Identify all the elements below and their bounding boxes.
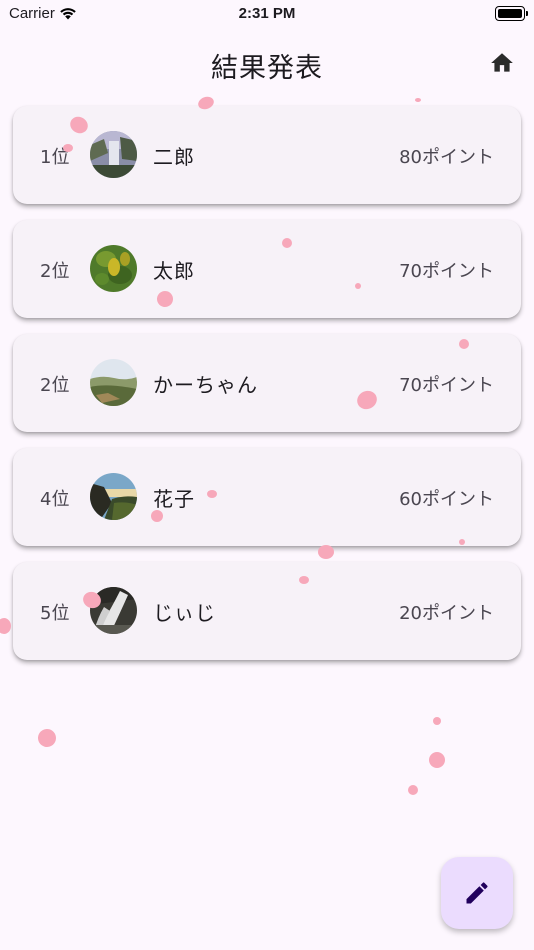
player-name: じぃじ (153, 601, 216, 625)
points-label: 20ポイント (399, 603, 494, 624)
ranking-card[interactable]: 2位 かーちゃん 70ポイント (13, 334, 521, 432)
edit-button[interactable] (441, 857, 513, 929)
ranking-card[interactable]: 4位 花子 60ポイント (13, 448, 521, 546)
petal (433, 717, 441, 725)
waterfall-photo (90, 131, 137, 178)
rank-label: 1位 (40, 147, 70, 168)
home-button[interactable] (488, 50, 516, 76)
green-fruit-photo (90, 245, 137, 292)
avatar (90, 587, 137, 634)
hill-landscape-photo (90, 359, 137, 406)
player-name: かーちゃん (153, 373, 258, 397)
app-bar: 結果発表 (0, 36, 534, 90)
ranking-card[interactable]: 1位 二郎 80ポイント (13, 106, 521, 204)
petal (429, 752, 445, 768)
points-label: 70ポイント (399, 261, 494, 282)
battery-icon (495, 6, 528, 21)
rank-label: 2位 (40, 261, 70, 282)
edit-pencil-icon (466, 882, 488, 904)
points-label: 60ポイント (399, 489, 494, 510)
cascade-photo (90, 587, 137, 634)
rank-label: 2位 (40, 375, 70, 396)
ranking-card[interactable]: 2位 太郎 70ポイント (13, 220, 521, 318)
petal (0, 618, 11, 634)
player-name: 花子 (153, 487, 195, 511)
ranking-card[interactable]: 5位 じぃじ 20ポイント (13, 562, 521, 660)
home-icon (491, 53, 513, 72)
rank-label: 5位 (40, 603, 70, 624)
cliff-sunset-photo (90, 473, 137, 520)
avatar (90, 245, 137, 292)
ranking-list: 1位 二郎 80ポイント 2位 太郎 70ポイント 2位 かーちゃん 70ポイン… (13, 106, 521, 676)
petal (408, 785, 418, 795)
rank-label: 4位 (40, 489, 70, 510)
avatar (90, 131, 137, 178)
points-label: 70ポイント (399, 375, 494, 396)
avatar (90, 473, 137, 520)
status-bar: Carrier 2:31 PM (0, 0, 534, 28)
player-name: 二郎 (153, 145, 195, 169)
avatar (90, 359, 137, 406)
status-time: 2:31 PM (238, 5, 296, 22)
page-title: 結果発表 (211, 53, 323, 84)
player-name: 太郎 (153, 259, 195, 283)
petal (38, 729, 56, 747)
points-label: 80ポイント (399, 147, 494, 168)
petal (415, 98, 421, 102)
